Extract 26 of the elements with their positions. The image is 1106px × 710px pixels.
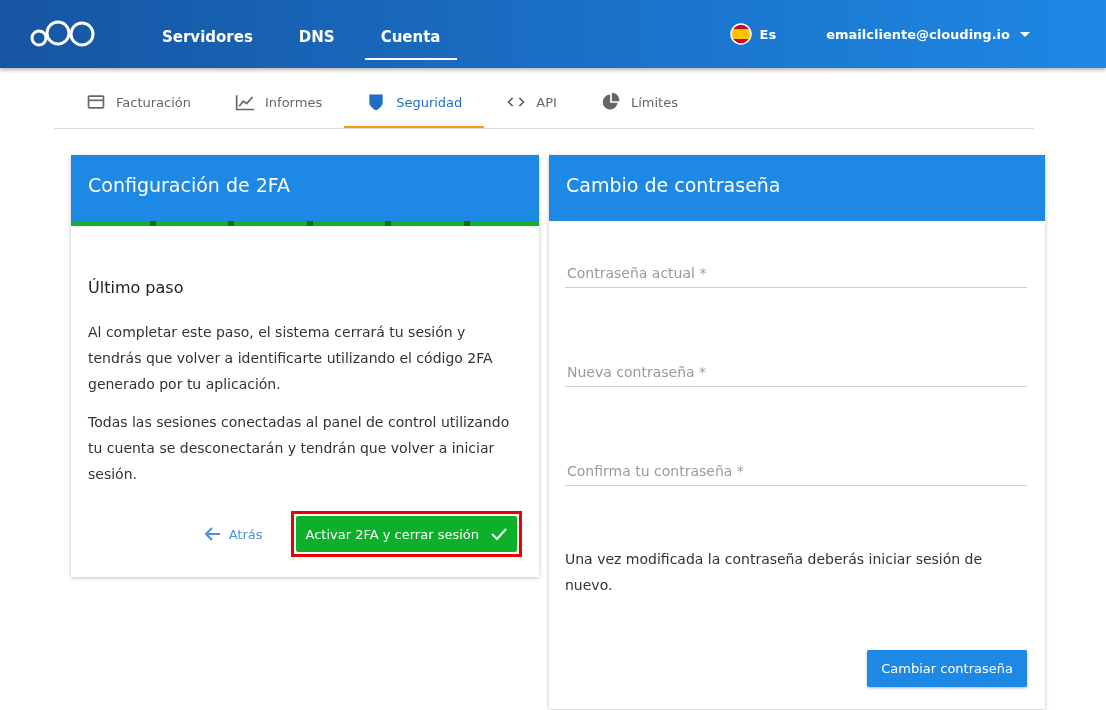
tab[interactable]: Seguridad: [344, 80, 485, 128]
tab[interactable]: Informes: [213, 80, 345, 128]
arrow-left-icon: [204, 527, 221, 541]
spain-flag-icon: [729, 23, 752, 45]
pie-chart-icon: [600, 92, 621, 112]
line-chart-icon: [235, 92, 255, 112]
back-link[interactable]: Atrás: [204, 526, 263, 542]
tab[interactable]: Facturación: [64, 80, 213, 128]
tab[interactable]: API: [484, 80, 579, 128]
caret-icon: [1020, 31, 1030, 37]
description-text: Al completar este paso, el sistema cerrará tu sesión y tendrás que volver a identificarte utilizando el código 2FA generado por tu aplicación.: [88, 323, 494, 394]
step-heading: Último paso: [88, 278, 185, 297]
account-menu[interactable]: emailcliente@clouding.io: [820, 25, 1036, 43]
nav-link[interactable]: Servidores: [146, 8, 269, 60]
description-text: Todas las sesiones conectadas al panel de control utilizando tu cuenta se desconectarán y tendrán que volver a iniciar sesión.: [88, 413, 511, 484]
card-title: Configuración de 2FA: [71, 155, 539, 221]
credit-card-icon: [86, 92, 106, 112]
note-text: Una vez modificada la contraseña deberás iniciar sesión de nuevo.: [565, 550, 984, 595]
change-password-button[interactable]: Cambiar contraseña: [867, 650, 1027, 687]
card-title: Cambio de contraseña: [549, 155, 1045, 221]
tab[interactable]: Límites: [578, 80, 700, 128]
nav-link[interactable]: DNS: [282, 8, 351, 60]
nav-link[interactable]: Cuenta: [364, 8, 457, 60]
language-label: Es: [759, 26, 777, 42]
logo-icon: [30, 20, 96, 48]
check-icon: [491, 528, 507, 540]
